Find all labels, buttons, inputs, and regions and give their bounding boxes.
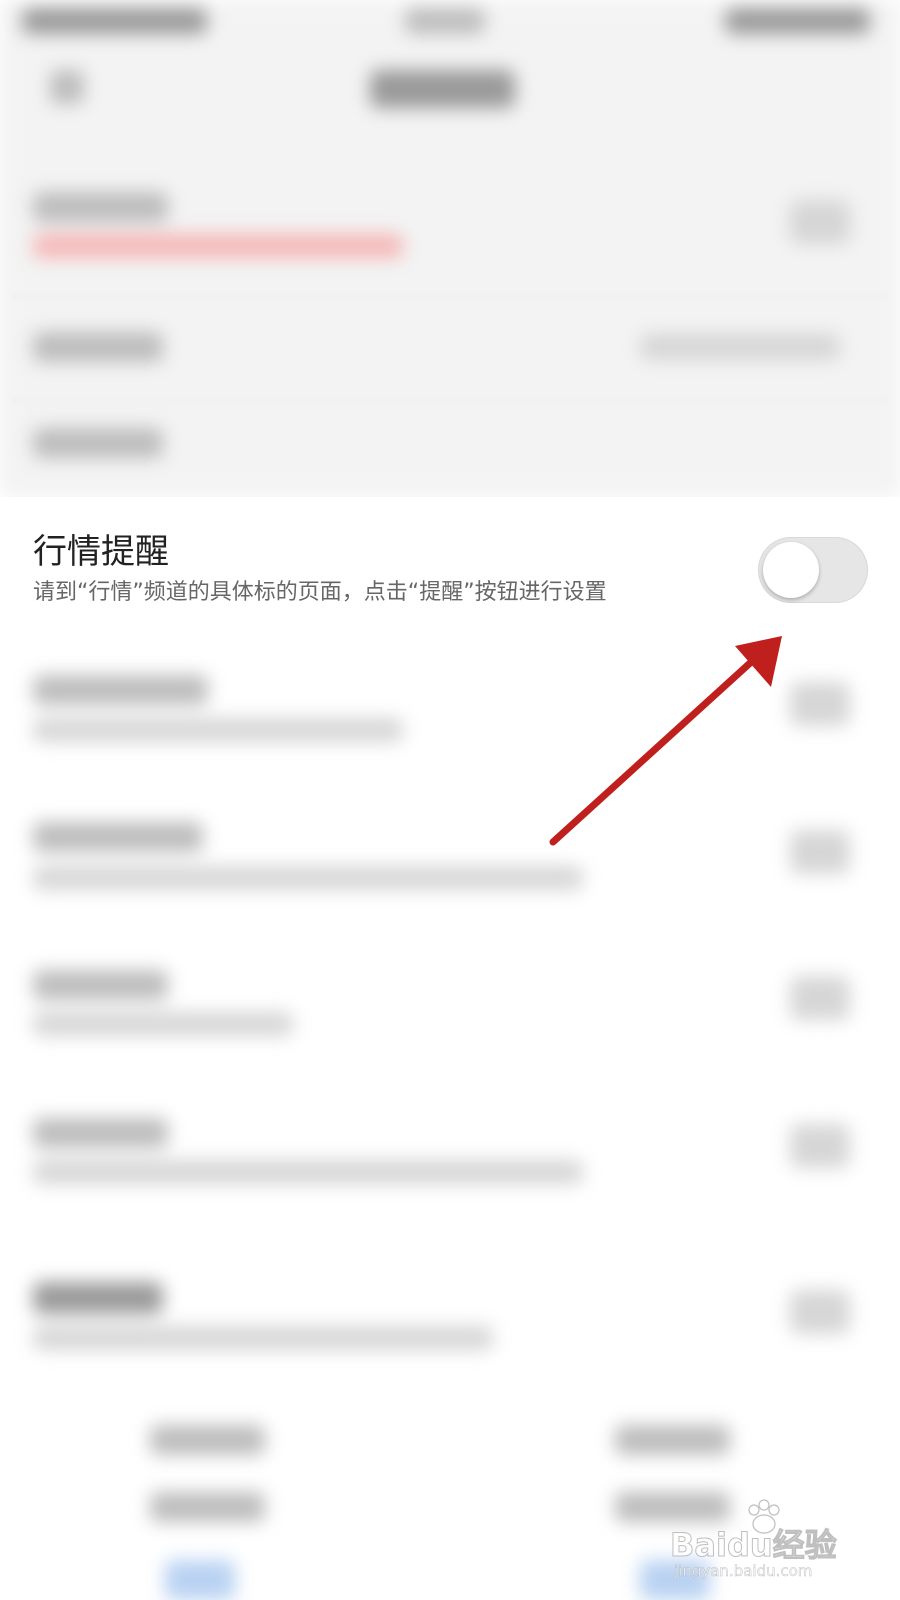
blurred-separator [0,400,900,401]
blurred-row-1-control [790,200,850,244]
blurred-row-4-title [33,675,208,705]
blurred-row-1-title [33,192,168,222]
blurred-header-title [370,70,515,108]
blurred-bottom-left-icon [165,1560,235,1600]
blurred-row-2-value [640,334,840,360]
blurred-row-5-desc [33,866,583,890]
blurred-bottom-right-label [615,1425,730,1455]
setting-description: 请到“行情”频道的具体标的页面，点击“提醒”按钮进行设置 [33,580,607,605]
blurred-row-8-control [790,1290,850,1334]
blurred-row-2-title [33,332,163,362]
blurred-background [0,0,900,1600]
blurred-row-7-desc [33,1160,583,1184]
toggle-knob [763,542,819,598]
blurred-bottom-left-label [150,1425,265,1455]
blurred-status-right [725,8,870,34]
blurred-back-icon [50,70,84,104]
blurred-row-6-title [33,970,168,1000]
blurred-row-6-control [790,976,850,1020]
watermark-url: jingyan.baidu.com [674,1562,813,1581]
blurred-row-3-title [33,428,163,458]
blurred-row-8-title [33,1282,163,1314]
blurred-row-8-desc [33,1326,493,1350]
blurred-row-1-desc [33,234,403,258]
blurred-row-5-control [790,830,850,874]
blurred-row-6-desc [33,1012,293,1036]
blurred-row-4-desc [33,718,403,742]
blurred-row-4-control [790,682,850,726]
market-alert-toggle[interactable] [758,537,868,603]
blurred-status-left [22,8,207,34]
blurred-row-7-title [33,1118,168,1148]
baidu-jingyan-watermark: Baidu经验 jingyan.baidu.com [670,1498,860,1588]
blurred-status-center [405,8,485,34]
watermark-brand: Baidu经验 [670,1526,838,1565]
blurred-row-5-title [33,822,203,852]
setting-title: 行情提醒 [33,532,169,572]
blurred-separator [0,296,900,297]
blurred-row-7-control [790,1124,850,1168]
blurred-bottom-left-label-2 [150,1492,265,1522]
